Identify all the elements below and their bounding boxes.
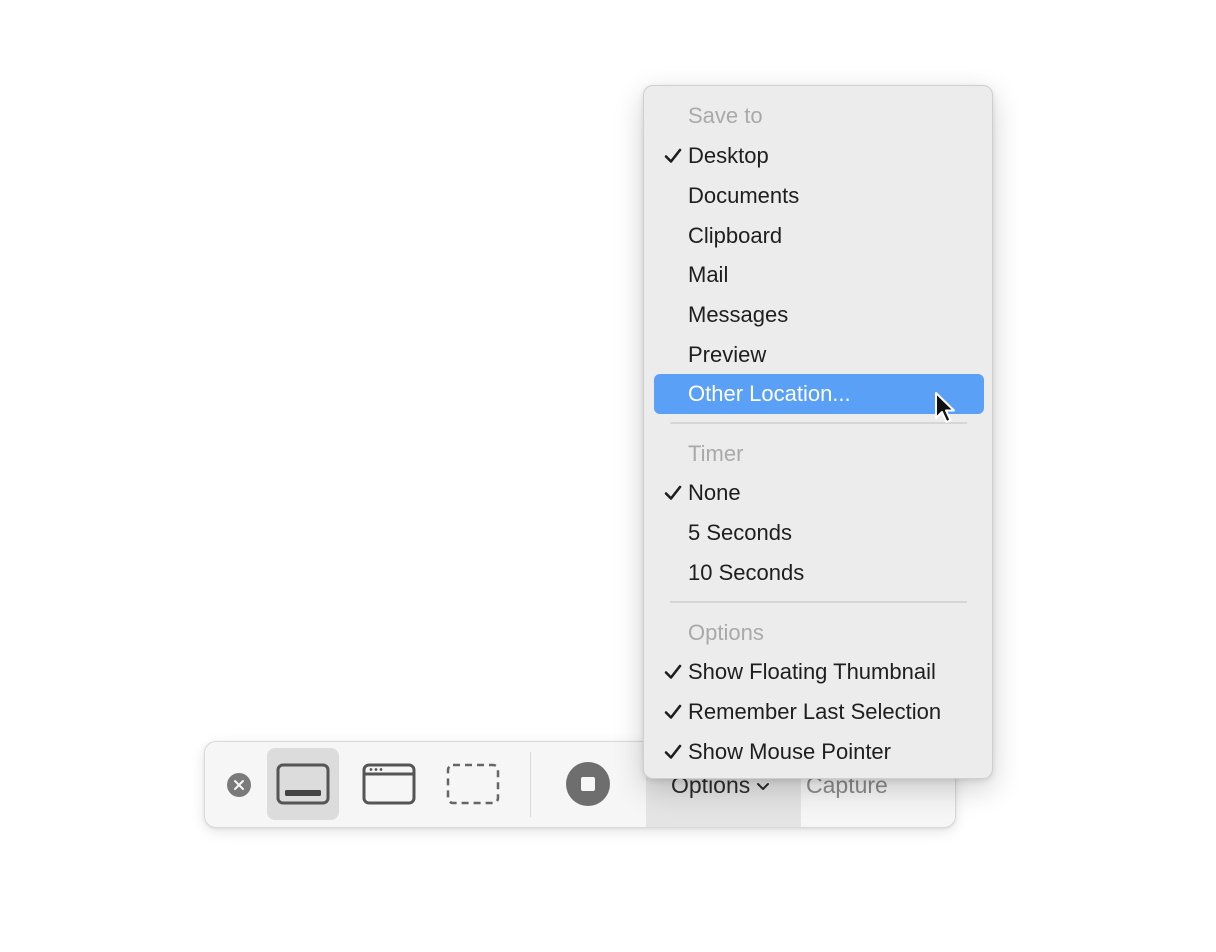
menu-section-header-options: Options: [688, 620, 764, 645]
capture-selection-button[interactable]: [437, 748, 509, 820]
checkmark-icon: [662, 692, 684, 732]
menu-item-label: 10 Seconds: [688, 560, 805, 585]
menu-item-preview[interactable]: Preview: [654, 335, 984, 375]
checkmark-icon: [662, 473, 684, 513]
capture-selection-icon: [446, 763, 500, 805]
menu-section-header-timer: Timer: [688, 441, 744, 466]
toolbar-divider: [530, 752, 531, 817]
checkmark-icon: [662, 136, 684, 176]
mouse-pointer-icon: [935, 392, 955, 423]
menu-item-label: 5 Seconds: [688, 520, 792, 545]
menu-item-timer-none[interactable]: None: [654, 473, 984, 513]
record-button[interactable]: [552, 748, 624, 820]
menu-item-show-floating-thumbnail[interactable]: Show Floating Thumbnail: [654, 652, 984, 692]
options-menu: Save to Desktop Documents Clipboard Mail…: [643, 85, 993, 779]
capture-entire-screen-button[interactable]: [267, 748, 339, 820]
capture-entire-screen-icon: [276, 763, 330, 805]
checkmark-icon: [662, 652, 684, 692]
menu-item-show-mouse-pointer[interactable]: Show Mouse Pointer: [654, 732, 984, 772]
menu-item-label: Remember Last Selection: [688, 699, 942, 724]
menu-item-label: Preview: [688, 342, 767, 367]
chevron-down-icon: [757, 782, 770, 790]
menu-separator: [670, 422, 967, 424]
record-icon: [566, 762, 610, 806]
menu-item-label: Other Location...: [688, 381, 851, 406]
menu-item-label: Clipboard: [688, 223, 783, 248]
menu-item-label: Messages: [688, 302, 789, 327]
menu-item-label: Documents: [688, 183, 800, 208]
menu-item-documents[interactable]: Documents: [654, 176, 984, 216]
capture-window-button[interactable]: [353, 748, 425, 820]
screenshot-stage: Options Capture Save to Desktop Document…: [0, 0, 1216, 952]
menu-item-mail[interactable]: Mail: [654, 255, 984, 295]
menu-item-timer-5-seconds[interactable]: 5 Seconds: [654, 513, 984, 553]
close-icon: [234, 780, 244, 790]
close-button[interactable]: [227, 773, 251, 797]
menu-item-timer-10-seconds[interactable]: 10 Seconds: [654, 553, 984, 593]
menu-item-label: Mail: [688, 262, 729, 287]
menu-item-label: Show Mouse Pointer: [688, 739, 891, 764]
menu-item-messages[interactable]: Messages: [654, 295, 984, 335]
menu-separator: [670, 601, 967, 603]
menu-item-desktop[interactable]: Desktop: [654, 136, 984, 176]
capture-window-icon: [362, 763, 416, 805]
checkmark-icon: [662, 732, 684, 772]
menu-item-label: None: [688, 480, 741, 505]
menu-item-label: Show Floating Thumbnail: [688, 659, 936, 684]
menu-item-clipboard[interactable]: Clipboard: [654, 216, 984, 256]
menu-section-header-save-to: Save to: [688, 103, 763, 128]
menu-item-remember-last-selection[interactable]: Remember Last Selection: [654, 692, 984, 732]
menu-item-label: Desktop: [688, 143, 769, 168]
